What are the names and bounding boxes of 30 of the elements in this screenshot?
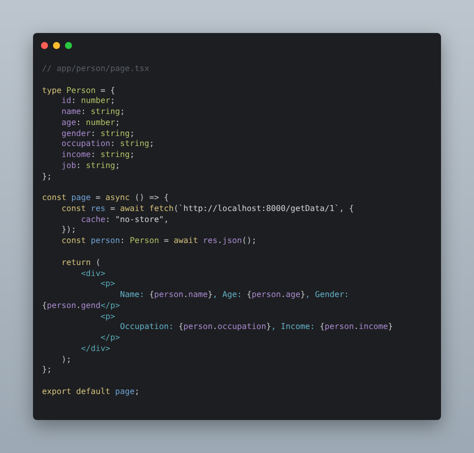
window-control-icon[interactable] (65, 42, 72, 49)
code-line: Occupation: {person.occupation}, Income: {person.income} (118, 321, 393, 332)
code-line: const person: Person = await res.json(); (60, 235, 256, 246)
code-line: {person.gend</p> (42, 300, 120, 311)
code-line: name: string; (60, 106, 125, 117)
code-line: id: number; (60, 95, 116, 106)
code-line: type Person = { (42, 84, 116, 96)
code-line: <p> (99, 278, 116, 290)
code-line: gender: string; (60, 128, 135, 138)
code-line: income: string; (60, 149, 135, 160)
code-line: age: number; (60, 116, 120, 128)
code-line: job: string; (60, 160, 120, 171)
code-line: return ( (60, 256, 100, 268)
window-control-icon[interactable] (53, 42, 60, 49)
code-line: </p> (99, 332, 120, 343)
code-line: Name: {person.name}, Age: {person.age}, Gender: (118, 289, 350, 300)
code-line: ); (60, 354, 72, 364)
code-line: cache: "no-store", (80, 214, 169, 224)
code-line: }; (42, 364, 52, 376)
code-line: const page = async () => { (42, 192, 169, 203)
window-control-icon[interactable] (41, 42, 48, 49)
code-line: }; (42, 170, 52, 182)
code-line: const res = await fetch(`http://localhost:8000/getData/1`, { (60, 202, 354, 214)
code-line: }); (60, 224, 76, 236)
code-line: </div> (80, 342, 110, 354)
code-line: <p> (99, 310, 116, 322)
code-line: export default page; (42, 386, 140, 397)
code-line: <div> (80, 268, 106, 278)
code-line: occupation: string; (60, 138, 154, 150)
code-comment: // app/person/page.tsx (42, 63, 150, 74)
